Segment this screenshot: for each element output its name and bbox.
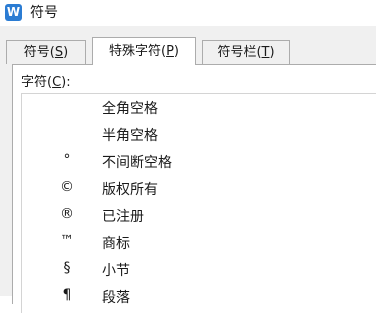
- character-name: 小节: [102, 263, 130, 279]
- list-item[interactable]: ° 不间断空格: [22, 148, 376, 175]
- list-item[interactable]: ® 已注册: [22, 202, 376, 229]
- tab-symbols[interactable]: 符号(S): [6, 40, 86, 64]
- tab-symbol-bar[interactable]: 符号栏(T): [202, 40, 290, 64]
- list-item[interactable]: ¶ 段落: [22, 283, 376, 310]
- tab-mnemonic: P: [166, 44, 174, 59]
- wps-writer-icon: W: [5, 4, 22, 21]
- character-name: 版权所有: [102, 182, 158, 198]
- title-bar: W 符号: [0, 0, 376, 26]
- character-name: 不间断空格: [102, 155, 172, 171]
- character-symbol: §: [63, 260, 71, 276]
- list-item[interactable]: © 版权所有: [22, 175, 376, 202]
- character-symbol: °: [63, 152, 71, 168]
- tab-label: 符号: [23, 45, 50, 60]
- list-item[interactable]: ™ 商标: [22, 229, 376, 256]
- character-name: 已注册: [102, 209, 144, 225]
- character-symbol: ®: [60, 206, 74, 222]
- character-symbol: ¶: [62, 287, 72, 303]
- character-name: 商标: [102, 236, 130, 252]
- tab-mnemonic: T: [261, 45, 270, 60]
- character-symbol: ©: [60, 179, 74, 195]
- character-symbol: ™: [60, 233, 74, 249]
- tab-mnemonic: S: [54, 45, 64, 60]
- character-name: 半角空格: [102, 128, 158, 144]
- character-list[interactable]: 全角空格 半角空格 ° 不间断空格 © 版权所有 ® 已注册 ™ 商标 § 小节…: [21, 93, 376, 313]
- tab-label: 特殊字符: [108, 44, 161, 59]
- character-name: 全角空格: [102, 101, 158, 117]
- list-item[interactable]: § 小节: [22, 256, 376, 283]
- symbol-dialog: 符号(S) 特殊字符(P) 符号栏(T) 字符(C): 全角空格 半角空格 ° …: [0, 26, 376, 313]
- character-name: 段落: [102, 290, 130, 306]
- character-label-mnemonic: C: [52, 75, 62, 90]
- tab-special-characters[interactable]: 特殊字符(P): [92, 37, 196, 65]
- list-item[interactable]: 半角空格: [22, 121, 376, 148]
- special-characters-panel: 字符(C): 全角空格 半角空格 ° 不间断空格 © 版权所有 ® 已注册 ™ …: [12, 64, 376, 313]
- tab-label: 符号栏: [217, 45, 257, 60]
- list-item[interactable]: 全角空格: [22, 94, 376, 121]
- character-label: 字符(C):: [21, 75, 71, 90]
- window-title: 符号: [30, 5, 58, 21]
- character-label-text: 字符: [21, 75, 48, 90]
